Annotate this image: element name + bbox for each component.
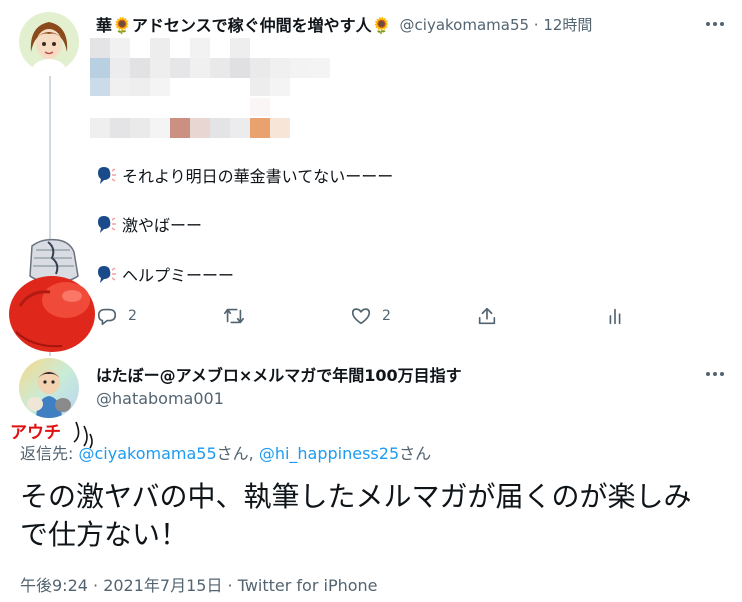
handle[interactable]: @hataboma001 bbox=[96, 389, 224, 408]
mention-link[interactable]: @ciyakomama55 bbox=[78, 444, 216, 463]
handle-and-time[interactable]: @ciyakomama55 · 12時間 bbox=[400, 14, 593, 35]
tweet-line: ヘルプミーーー bbox=[96, 262, 234, 286]
mention-link[interactable]: @hi_happiness25 bbox=[259, 444, 399, 463]
more-icon[interactable] bbox=[702, 14, 728, 34]
analytics-button[interactable] bbox=[604, 305, 626, 327]
replying-to: 返信先: @ciyakomama55さん, @hi_happiness25さん bbox=[20, 440, 431, 464]
speech-icon bbox=[98, 167, 116, 184]
tweet-text: ヘルプミーーー bbox=[122, 266, 235, 285]
tweet-header: 華🌻アドセンスで稼ぐ仲間を増やす人🌻 @ciyakomama55 · 12時間 bbox=[96, 12, 592, 36]
tweet-header: はたぼー@アメブロ×メルマガで年間100万目指す bbox=[96, 362, 462, 386]
tweet-body-line: その激ヤバの中、執筆したメルマガが届くのが楽しみ bbox=[20, 480, 692, 513]
retweet-button[interactable] bbox=[222, 305, 246, 327]
reply-button[interactable]: 2 bbox=[96, 305, 137, 327]
retweet-icon bbox=[224, 308, 244, 324]
timestamp-meta[interactable]: 午後9:24 · 2021年7月15日 · Twitter for iPhone bbox=[20, 572, 378, 596]
boxing-glove-icon bbox=[9, 238, 95, 352]
tweet-body-line: で仕方ない！ bbox=[20, 518, 189, 551]
tweet-text: それより明日の華金書いてないーーー bbox=[122, 167, 394, 186]
like-count: 2 bbox=[382, 308, 391, 324]
honorific: さん bbox=[399, 444, 432, 463]
reply-count: 2 bbox=[128, 308, 137, 324]
replying-label: 返信先: bbox=[20, 444, 79, 463]
like-icon bbox=[351, 308, 371, 325]
honorific: さん, bbox=[216, 444, 259, 463]
speech-icon bbox=[98, 266, 116, 283]
tweet-line: それより明日の華金書いてないーーー bbox=[96, 163, 393, 187]
tweet-text: 激やばーー bbox=[122, 216, 203, 235]
reply-icon bbox=[97, 308, 117, 326]
display-name[interactable]: 華🌻アドセンスで稼ぐ仲間を増やす人🌻 bbox=[96, 12, 392, 36]
speech-icon bbox=[98, 216, 116, 233]
share-icon bbox=[478, 307, 496, 325]
avatar[interactable] bbox=[19, 358, 79, 418]
tweet-action-bar: 2 2 bbox=[96, 303, 636, 331]
tweet-line: 激やばーー bbox=[96, 212, 202, 236]
analytics-icon bbox=[609, 308, 621, 325]
like-button[interactable]: 2 bbox=[350, 305, 391, 327]
tweet-body: その激ヤバの中、執筆したメルマガが届くのが楽しみ で仕方ない！ bbox=[20, 478, 720, 554]
share-button[interactable] bbox=[476, 305, 498, 327]
more-icon[interactable] bbox=[702, 364, 728, 384]
display-name[interactable]: はたぼー@アメブロ×メルマガで年間100万目指す bbox=[96, 366, 462, 385]
avatar[interactable] bbox=[19, 12, 79, 72]
